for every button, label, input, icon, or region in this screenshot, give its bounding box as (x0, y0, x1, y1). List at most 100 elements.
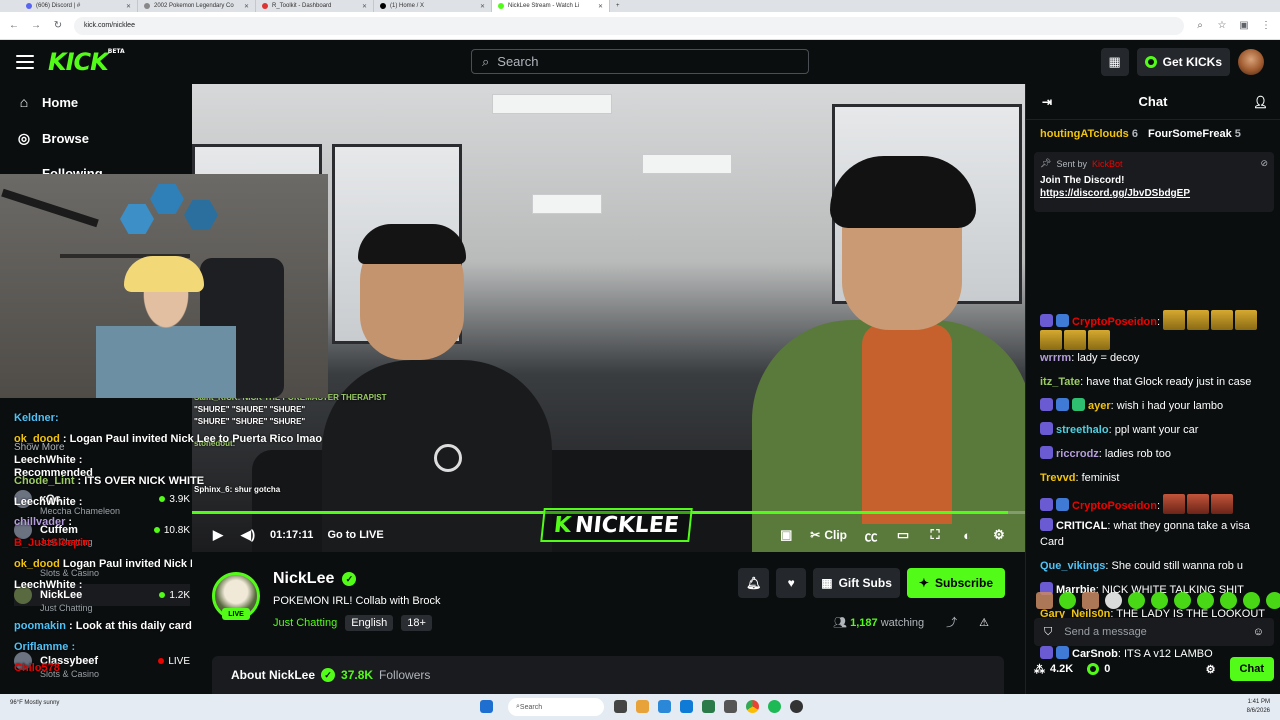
chat-message[interactable]: Que_vikings: She could still wanna rob u (1040, 558, 1270, 574)
close-icon[interactable]: ✕ (598, 3, 603, 10)
discord-link[interactable]: https://discord.gg/JbvDSbdgEP (1040, 188, 1268, 199)
emote-button[interactable] (1174, 592, 1191, 609)
task-view-icon[interactable] (614, 700, 627, 713)
channel-points[interactable]: 0 (1087, 663, 1110, 675)
taskbar-search[interactable]: ⌕ Search (508, 698, 604, 716)
reload-icon[interactable]: ↻ (52, 20, 64, 31)
chat-message[interactable]: ayer: wish i had your lambo (1040, 398, 1270, 414)
windows-start-icon[interactable] (480, 700, 493, 713)
browser-tab[interactable]: (1) Home / X ✕ (374, 0, 492, 12)
browser-tab[interactable]: R_Toolkit - Dashboard ✕ (256, 0, 374, 12)
chrome-icon[interactable] (746, 700, 759, 713)
volume-icon[interactable]: ◀) (240, 527, 256, 543)
clip-button[interactable]: ✂ Clip (810, 528, 847, 542)
chat-username[interactable]: riccrodz (1056, 448, 1099, 460)
system-clock[interactable]: 1:41 PM 8/6/2026 (1247, 698, 1270, 716)
go-to-live-button[interactable]: Go to LIVE (327, 529, 383, 541)
new-tab-button[interactable]: + (610, 0, 630, 12)
close-icon[interactable]: ✕ (126, 3, 131, 10)
zoom-icon[interactable]: ⌕ (1194, 20, 1206, 31)
chat-username[interactable]: CryptoPoseidon (1072, 316, 1157, 328)
chat-settings-gear-icon[interactable]: ⚙ (1206, 663, 1216, 676)
kick-logo[interactable]: KICKBETA (48, 48, 125, 76)
chat-username[interactable]: Que_vikings (1040, 560, 1105, 572)
report-warning-icon[interactable]: ⚠ (979, 616, 989, 629)
kicks-balance[interactable]: ⁂ 4.2K (1034, 663, 1073, 676)
chat-username[interactable]: streethalo (1056, 424, 1109, 436)
close-icon[interactable]: ✕ (480, 3, 485, 10)
sidebar-item-browse[interactable]: ◎ Browse (0, 120, 192, 156)
menu-hamburger-icon[interactable] (16, 55, 34, 69)
edge-icon[interactable] (658, 700, 671, 713)
file-explorer-icon[interactable] (636, 700, 649, 713)
fullscreen-icon[interactable]: ⛶ (927, 527, 943, 543)
chat-message[interactable]: wrrrm: lady = decoy (1040, 350, 1270, 366)
miniplayer-icon[interactable]: ▭ (895, 527, 911, 543)
chat-message[interactable]: CryptoPoseidon: (1040, 310, 1270, 350)
chat-users-icon[interactable]: 👤︎ (1253, 95, 1268, 109)
emote-button[interactable] (1128, 592, 1145, 609)
category-link[interactable]: Just Chatting (273, 617, 337, 629)
subscribe-button[interactable]: ✦ Subscribe (906, 568, 1005, 598)
chat-username[interactable]: CRITICAL (1056, 520, 1107, 532)
user-avatar[interactable] (1238, 49, 1264, 75)
share-icon[interactable]: ⤴ (946, 614, 957, 630)
close-icon[interactable]: ✕ (244, 3, 249, 10)
emote-button[interactable] (1036, 592, 1053, 609)
back-icon[interactable]: ← (8, 20, 20, 31)
weather-widget[interactable]: 96°F Mostly sunny (10, 699, 59, 707)
browser-tab[interactable]: 2002 Pokemon Legendary Co ✕ (138, 0, 256, 12)
tag-language[interactable]: English (345, 615, 394, 631)
collapse-chat-icon[interactable]: ⇥ (1042, 95, 1052, 109)
chat-message[interactable]: Trevvd: feminist (1040, 470, 1270, 486)
browser-tab[interactable]: (606) Discord | # ✕ (20, 0, 138, 12)
store-icon[interactable] (680, 700, 693, 713)
emote-button[interactable] (1243, 592, 1260, 609)
app-icon[interactable] (724, 700, 737, 713)
app-icon[interactable] (790, 700, 803, 713)
spotify-icon[interactable] (768, 700, 781, 713)
emote-button[interactable] (1220, 592, 1237, 609)
menu-dots-icon[interactable]: ⋮ (1260, 20, 1272, 31)
chat-username[interactable]: Trevvd (1040, 472, 1075, 484)
close-icon[interactable]: ✕ (362, 3, 367, 10)
gift-subs-button[interactable]: ▦ Gift Subs (813, 568, 900, 598)
chat-message[interactable]: CryptoPoseidon: (1040, 494, 1270, 514)
chat-username[interactable]: wrrrm (1040, 352, 1071, 364)
gifter-item[interactable]: FourSomeFreak 5 (1148, 128, 1241, 140)
captions-icon[interactable]: ㏄ (863, 527, 879, 544)
bookmark-star-icon[interactable]: ☆ (1216, 20, 1228, 31)
layout-icon[interactable]: ▦ (1100, 48, 1129, 76)
chat-message[interactable]: itz_Tate: have that Glock ready just in … (1040, 374, 1270, 390)
emote-button[interactable] (1105, 592, 1122, 609)
play-icon[interactable]: ▶ (210, 527, 226, 543)
emote-button[interactable] (1266, 592, 1280, 609)
chat-username[interactable]: itz_Tate (1040, 376, 1080, 388)
url-field[interactable]: kick.com/nicklee (74, 16, 1184, 35)
tag-age[interactable]: 18+ (401, 615, 432, 631)
notifications-bell-button[interactable]: 🔔︎ (737, 568, 770, 598)
quality-icon[interactable]: ◐ (959, 527, 975, 543)
gifter-item[interactable]: houtingATclouds 6 (1040, 128, 1138, 140)
browser-tab-active[interactable]: NickLee Stream - Watch Li ✕ (492, 0, 610, 12)
chat-username[interactable]: ayer (1088, 400, 1111, 412)
emote-button[interactable] (1059, 592, 1076, 609)
forward-icon[interactable]: → (30, 20, 42, 31)
chat-message[interactable]: streethalo: ppl want your car (1040, 422, 1270, 438)
emote-button[interactable] (1082, 592, 1099, 609)
emoji-picker-icon[interactable]: ☺ (1253, 626, 1264, 638)
send-chat-button[interactable]: Chat (1229, 657, 1274, 681)
emote-button[interactable] (1151, 592, 1168, 609)
search-input[interactable]: ⌕ Search (471, 49, 809, 74)
chat-username[interactable]: CryptoPoseidon (1072, 500, 1157, 512)
app-icon[interactable] (702, 700, 715, 713)
follow-heart-button[interactable]: ♥ (776, 568, 807, 598)
chat-message[interactable]: CRITICAL: what they gonna take a visa Ca… (1040, 518, 1270, 550)
chat-message[interactable]: riccrodz: ladies rob too (1040, 446, 1270, 462)
streamer-name[interactable]: NickLee ✓ (273, 570, 357, 588)
sidebar-item-home[interactable]: ⌂ Home (0, 84, 192, 120)
unpin-icon[interactable]: ⊘ (1260, 158, 1268, 169)
theater-mode-icon[interactable]: ▣ (778, 527, 794, 543)
settings-gear-icon[interactable]: ⚙ (991, 527, 1007, 543)
extensions-icon[interactable]: ▣ (1238, 20, 1250, 31)
